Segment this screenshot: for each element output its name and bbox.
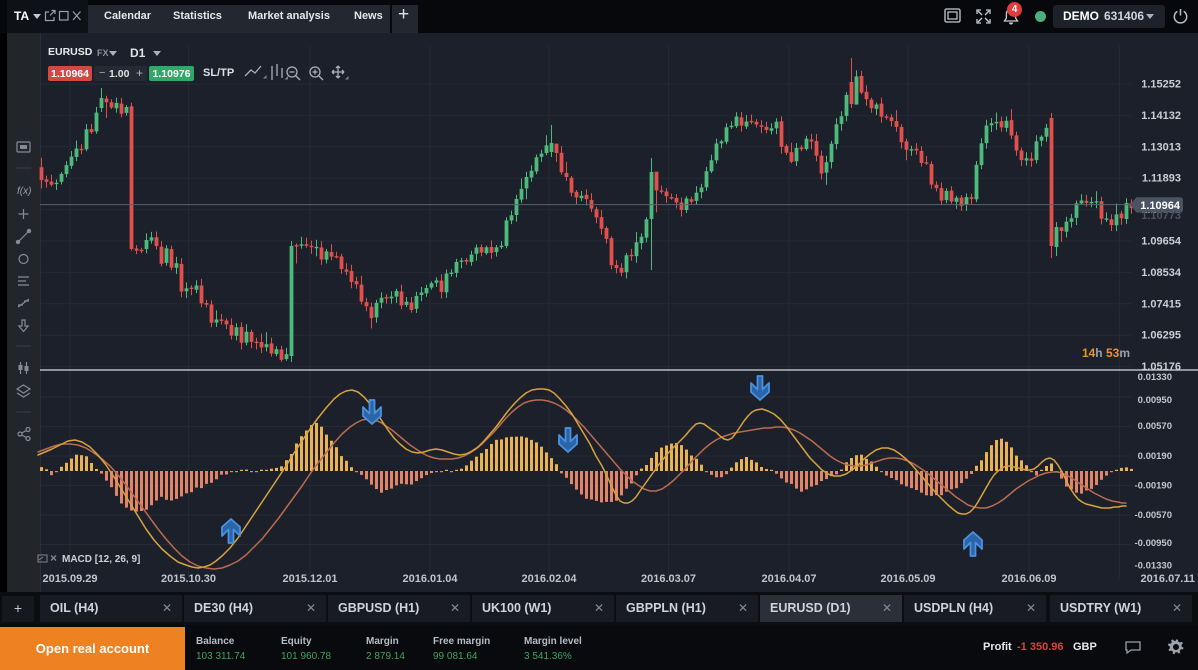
svg-text:f(x): f(x): [17, 186, 31, 197]
svg-text:2015.10.30: 2015.10.30: [161, 573, 216, 585]
svg-text:1.10964: 1.10964: [1140, 200, 1181, 212]
svg-text:0.01330: 0.01330: [1138, 372, 1172, 383]
svg-text:2016.06.09: 2016.06.09: [1001, 573, 1056, 585]
svg-text:1.13013: 1.13013: [1141, 141, 1181, 153]
svg-text:2015.12.01: 2015.12.01: [282, 573, 337, 585]
svg-text:14h 53m: 14h 53m: [1082, 346, 1130, 360]
svg-text:1.06295: 1.06295: [1141, 330, 1181, 342]
svg-text:2016.07.11: 2016.07.11: [1141, 573, 1195, 585]
svg-text:1.15252: 1.15252: [1141, 79, 1181, 91]
svg-text:-0.00570: -0.00570: [1134, 510, 1172, 521]
svg-text:1.11893: 1.11893: [1142, 173, 1181, 185]
svg-text:1.14132: 1.14132: [1141, 110, 1181, 122]
svg-text:-0.00190: -0.00190: [1134, 481, 1172, 492]
svg-text:1.08534: 1.08534: [1141, 267, 1182, 279]
svg-text:0.00190: 0.00190: [1138, 451, 1172, 462]
svg-text:2016.02.04: 2016.02.04: [521, 573, 577, 585]
svg-text:0.00570: 0.00570: [1138, 421, 1172, 432]
svg-text:2016.04.07: 2016.04.07: [761, 573, 816, 585]
svg-text:2015.09.29: 2015.09.29: [42, 573, 97, 585]
svg-text:2016.03.07: 2016.03.07: [641, 573, 696, 585]
svg-text:0.00950: 0.00950: [1138, 395, 1172, 406]
svg-text:1.07415: 1.07415: [1141, 298, 1181, 310]
svg-text:2016.01.04: 2016.01.04: [402, 573, 458, 585]
svg-text:-0.01330: -0.01330: [1134, 560, 1172, 571]
svg-text:1.09654: 1.09654: [1141, 236, 1182, 248]
svg-text:2016.05.09: 2016.05.09: [880, 573, 935, 585]
svg-text:-0.00950: -0.00950: [1134, 538, 1172, 549]
svg-text:MACD [12, 26, 9]: MACD [12, 26, 9]: [62, 554, 140, 565]
